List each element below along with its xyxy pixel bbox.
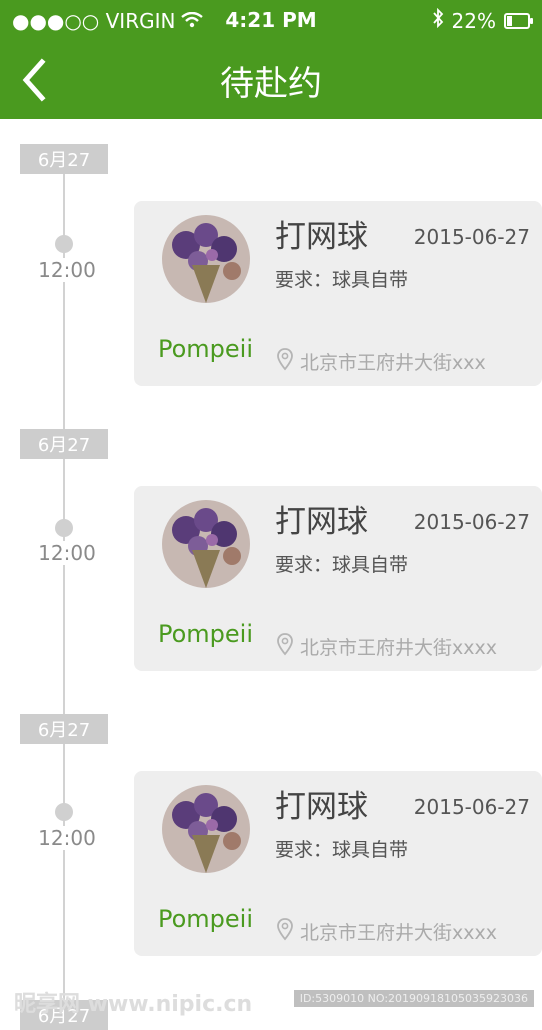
watermark-logo-text: 昵享网 www.nipic.cn <box>14 992 253 1017</box>
date-badge: 6月27 <box>20 714 108 744</box>
page-title: 待赴约 <box>220 64 322 104</box>
location-pin-icon <box>276 917 294 946</box>
event-date: 2015-06-27 <box>413 510 530 534</box>
location: 北京市王府井大街xxx <box>276 347 486 376</box>
bluetooth-icon <box>432 7 444 33</box>
event-requirement: 要求：球具自带 <box>275 554 409 576</box>
avatar[interactable] <box>162 215 250 303</box>
date-badge: 6月27 <box>20 429 108 459</box>
location-pin-icon <box>276 347 294 376</box>
user-name[interactable]: Pompeii <box>158 620 253 648</box>
watermark-id: ID:5309010 NO:20190918105035923036 <box>293 990 534 1007</box>
event-title: 打网球 <box>275 219 368 255</box>
timeline-dot <box>55 519 73 537</box>
battery-icon <box>504 12 533 29</box>
appointment-card[interactable]: 打网球 2015-06-27 要求：球具自带 Pompeii 北京市王府井大街x… <box>134 201 542 386</box>
time-label: 12:00 <box>22 826 112 850</box>
location-pin-icon <box>276 632 294 661</box>
event-requirement: 要求：球具自带 <box>275 839 409 861</box>
battery-percent: 22% <box>451 8 496 33</box>
appointment-card[interactable]: 打网球 2015-06-27 要求：球具自带 Pompeii 北京市王府井大街x… <box>134 771 542 956</box>
app-header: ●●●○○ VIRGIN 4:21 PM 22% 待赴约 <box>0 0 542 119</box>
location: 北京市王府井大街xxxx <box>276 632 497 661</box>
event-date: 2015-06-27 <box>413 795 530 819</box>
time-label: 12:00 <box>22 541 112 565</box>
location-text: 北京市王府井大街xxxx <box>300 637 497 659</box>
location-text: 北京市王府井大街xxx <box>300 352 486 374</box>
event-title: 打网球 <box>275 789 368 825</box>
user-name[interactable]: Pompeii <box>158 335 253 363</box>
event-date: 2015-06-27 <box>413 225 530 249</box>
location: 北京市王府井大街xxxx <box>276 917 497 946</box>
event-requirement: 要求：球具自带 <box>275 269 409 291</box>
status-right-group: 22% <box>432 7 533 33</box>
user-name[interactable]: Pompeii <box>158 905 253 933</box>
location-text: 北京市王府井大街xxxx <box>300 922 497 944</box>
date-badge: 6月27 <box>20 144 108 174</box>
timeline-dot <box>55 803 73 821</box>
timeline-dot <box>55 235 73 253</box>
time-label: 12:00 <box>22 258 112 282</box>
event-title: 打网球 <box>275 504 368 540</box>
watermark: 昵享网 www.nipic.cn ID:5309010 NO:201909181… <box>0 984 542 1024</box>
appointment-card[interactable]: 打网球 2015-06-27 要求：球具自带 Pompeii 北京市王府井大街x… <box>134 486 542 671</box>
battery-level-fill <box>507 15 512 26</box>
status-bar: ●●●○○ VIRGIN 4:21 PM 22% <box>0 0 542 40</box>
avatar[interactable] <box>162 785 250 873</box>
timeline-line <box>63 170 65 1024</box>
avatar[interactable] <box>162 500 250 588</box>
